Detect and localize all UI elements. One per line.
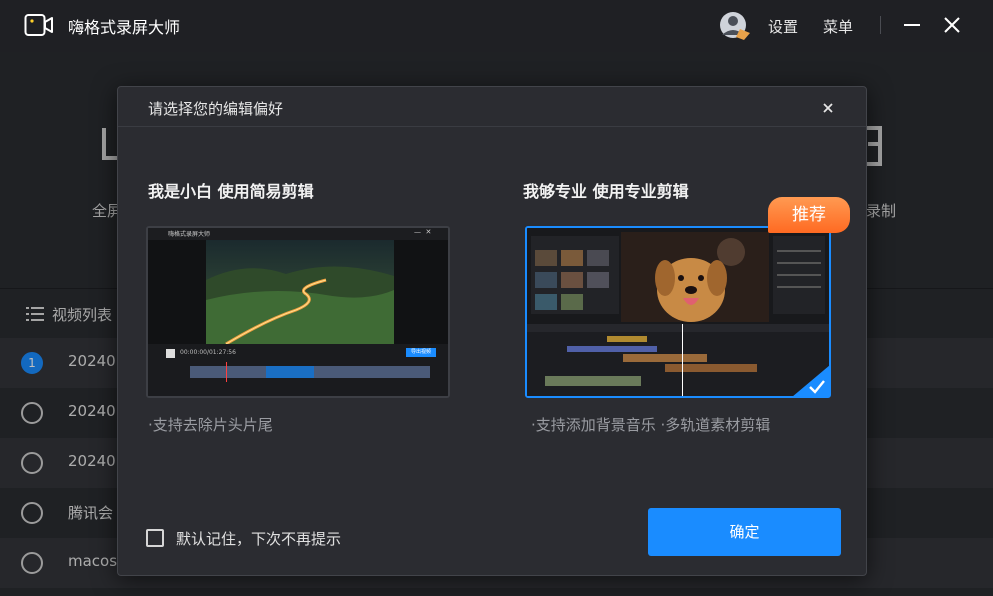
settings-button[interactable]: 设置 (768, 16, 798, 37)
pro-edit-description: ·支持添加背景音乐 ·多轨道素材剪辑 (531, 416, 771, 434)
titlebar-divider (880, 16, 881, 34)
preview-controls: 00:00:00/01:27:56 导出视频 (148, 344, 448, 396)
pro-edit-title[interactable]: 我够专业 使用专业剪辑 (523, 178, 689, 202)
media-library-panel (531, 236, 619, 314)
preview-window-controls: — ✕ (414, 228, 432, 236)
user-avatar-icon[interactable] (718, 11, 752, 41)
landscape-thumbnail (206, 240, 394, 344)
minimize-icon[interactable] (900, 13, 924, 37)
app-title: 嗨格式录屏大师 (68, 18, 181, 37)
confirm-button[interactable]: 确定 (648, 508, 841, 556)
recommended-badge: 推荐 (768, 197, 850, 233)
preview-app-title: 嗨格式录屏大师 (168, 231, 211, 238)
multi-track-timeline (527, 324, 829, 396)
preview-playhead (226, 362, 227, 382)
dialog-header: 请选择您的编辑偏好 (118, 87, 866, 127)
properties-panel (773, 236, 825, 314)
dog-photo-thumbnail (621, 232, 769, 322)
edit-preference-dialog: 请选择您的编辑偏好 我是小白 使用简易剪辑 嗨格式录屏大师 — ✕ 00:00:… (117, 86, 867, 576)
simple-edit-title[interactable]: 我是小白 使用简易剪辑 (148, 178, 314, 202)
pro-edit-preview[interactable] (525, 226, 831, 398)
play-icon (166, 349, 175, 358)
simple-edit-description: ·支持去除片头片尾 (148, 416, 273, 434)
title-bar: 嗨格式录屏大师 设置 菜单 (0, 0, 993, 52)
selected-check-icon (792, 365, 830, 397)
preview-export-button: 导出视频 (406, 348, 436, 357)
remember-label[interactable]: 默认记住，下次不再提示 (176, 528, 341, 549)
dialog-title: 请选择您的编辑偏好 (148, 100, 284, 118)
simple-edit-preview[interactable]: 嗨格式录屏大师 — ✕ 00:00:00/01:27:56 导出视频 (146, 226, 450, 398)
camera-logo-icon (24, 14, 53, 36)
close-icon[interactable] (940, 13, 964, 37)
preview-timeline-selection (266, 366, 314, 378)
preview-timecode: 00:00:00/01:27:56 (180, 349, 236, 356)
preview-titlebar: 嗨格式录屏大师 — ✕ (148, 228, 448, 240)
menu-button[interactable]: 菜单 (823, 16, 853, 37)
remember-checkbox[interactable] (146, 529, 164, 547)
dialog-close-icon[interactable] (818, 98, 838, 118)
